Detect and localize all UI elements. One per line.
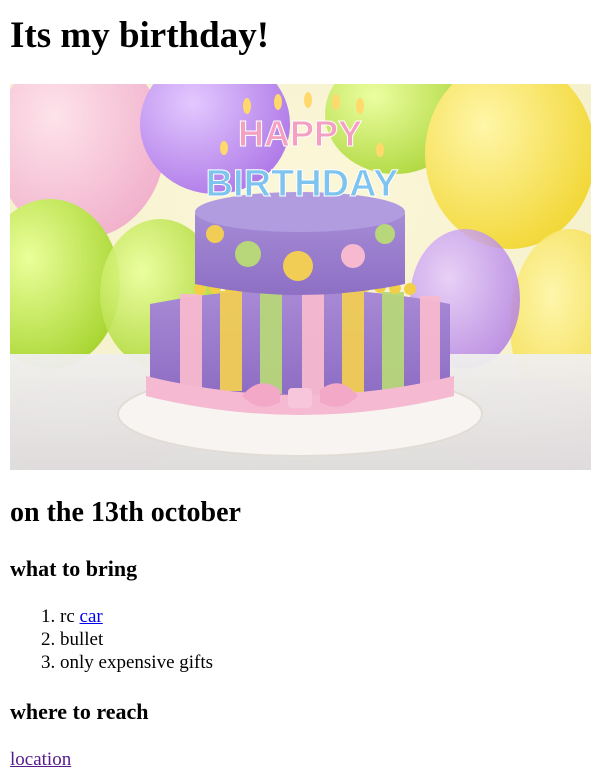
topper-happy: HAPPY xyxy=(238,113,362,154)
list-item-prefix: rc xyxy=(60,606,80,627)
topper-birthday: BIRTHDAY xyxy=(206,163,399,205)
page-title: Its my birthday! xyxy=(10,15,270,56)
birthday-cake-image: HAPPY BIRTHDAY xyxy=(10,84,591,470)
location-link[interactable]: location xyxy=(10,748,71,771)
bring-list: rc car bullet only expensive gifts xyxy=(10,605,213,674)
where-to-reach-heading: where to reach xyxy=(10,699,149,724)
list-item: bullet xyxy=(60,628,213,651)
car-link[interactable]: car xyxy=(80,606,103,627)
what-to-bring-heading: what to bring xyxy=(10,556,138,581)
list-item: only expensive gifts xyxy=(60,651,213,674)
list-item: rc car xyxy=(60,605,213,628)
date-heading: on the 13th october xyxy=(10,497,241,528)
